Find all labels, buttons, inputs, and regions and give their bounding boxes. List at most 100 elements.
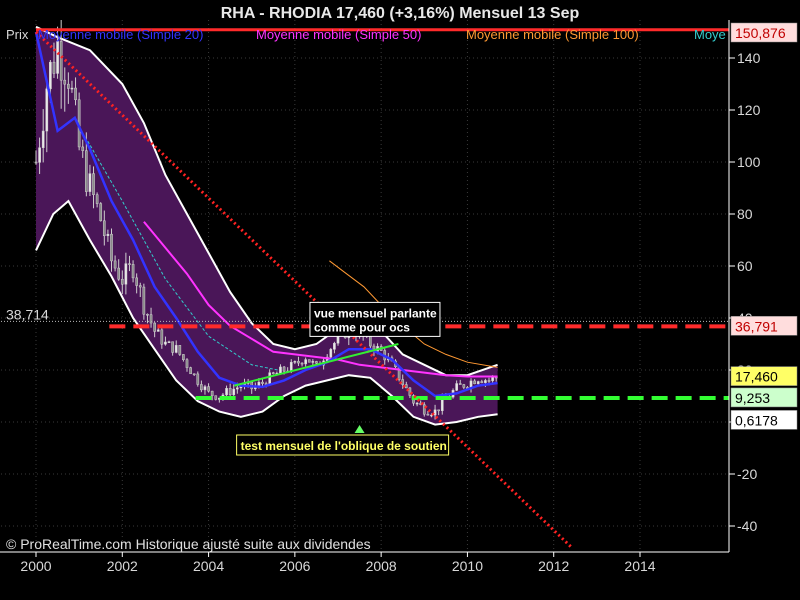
- candle-body: [178, 345, 182, 355]
- y-tick-label: 140: [737, 50, 761, 66]
- candle-body: [67, 83, 70, 89]
- candle-body: [210, 390, 214, 396]
- candle-body: [311, 361, 315, 363]
- annotation-text: comme pour ocs: [314, 320, 410, 334]
- candle-body: [174, 345, 178, 353]
- price-tag-label: 36,791: [735, 318, 778, 334]
- price-tag-label: 17,460: [735, 369, 778, 385]
- candle-body: [214, 395, 218, 400]
- candle-body: [52, 61, 56, 74]
- left-level-label: 38,714: [6, 306, 49, 322]
- candle-body: [289, 362, 293, 372]
- candle-body: [88, 173, 92, 192]
- candle-body: [120, 278, 124, 285]
- candle-body: [131, 264, 135, 279]
- candle-body: [462, 384, 466, 388]
- candle-body: [257, 381, 261, 387]
- candle-body: [142, 286, 146, 315]
- candle-body: [41, 130, 45, 148]
- chart-title: RHA - RHODIA 17,460 (+3,16%) Mensuel 13 …: [221, 5, 580, 22]
- candle-body: [128, 263, 131, 265]
- candle-body: [113, 260, 117, 269]
- x-tick-label: 2010: [452, 558, 483, 574]
- price-tag-label: 0,6178: [735, 412, 778, 428]
- candle-body: [160, 329, 164, 345]
- candle-body: [85, 150, 88, 192]
- candle-body: [135, 277, 138, 286]
- candle-body: [484, 380, 487, 383]
- candle-body: [200, 384, 203, 391]
- candle-body: [297, 361, 300, 364]
- candle-body: [192, 373, 196, 376]
- candle-body: [74, 87, 77, 101]
- copyright-text: © ProRealTime.com Historique ajusté suit…: [6, 536, 371, 552]
- legend-item: Moyenne mobile (Simple 100): [466, 27, 639, 42]
- candle-body: [207, 386, 210, 392]
- candle-body: [282, 366, 286, 372]
- candle-body: [63, 79, 67, 85]
- candle-body: [491, 376, 494, 382]
- candle-body: [261, 381, 264, 384]
- legend-item: Prix: [6, 27, 29, 42]
- candle-body: [426, 413, 430, 416]
- candle-body: [92, 173, 95, 195]
- candle-body: [124, 263, 128, 285]
- candle-body: [59, 41, 63, 81]
- candle-body: [203, 386, 207, 391]
- candle-body: [333, 342, 336, 350]
- legend-item: Moyenne mobile (Simple 50): [256, 27, 421, 42]
- candle-body: [271, 372, 275, 374]
- y-tick-label: -20: [737, 466, 757, 482]
- y-tick-label: 80: [737, 206, 753, 222]
- legend-item: Moye: [694, 27, 726, 42]
- y-tick-label: 60: [737, 258, 753, 274]
- candle-body: [138, 285, 142, 288]
- candle-body: [293, 361, 297, 363]
- candle-body: [300, 362, 304, 365]
- candle-body: [225, 388, 228, 396]
- y-tick-label: -40: [737, 518, 757, 534]
- candle-body: [49, 61, 52, 90]
- candle-body: [304, 359, 307, 365]
- y-tick-label: 100: [737, 154, 761, 170]
- y-tick-label: 120: [737, 102, 761, 118]
- candle-body: [45, 88, 49, 132]
- candle-body: [189, 367, 192, 375]
- candle-body: [196, 373, 200, 385]
- candle-body: [171, 341, 174, 353]
- candle-body: [156, 329, 160, 332]
- candle-body: [473, 380, 476, 385]
- candle-body: [56, 41, 59, 74]
- legend: Prix Moyenne mobile (Simple 20) Moyenne mo…: [6, 27, 726, 42]
- x-tick-label: 2004: [193, 558, 224, 574]
- candle-body: [279, 366, 282, 374]
- candle-body: [146, 313, 149, 316]
- candle-body: [476, 381, 480, 385]
- annotation-text: test mensuel de l'oblique de soutien: [241, 439, 447, 453]
- candle-body: [38, 147, 41, 163]
- candle-body: [81, 146, 85, 151]
- candle-body: [228, 388, 232, 395]
- candle-body: [415, 402, 419, 405]
- candle-body: [182, 354, 185, 360]
- candle-body: [315, 361, 318, 364]
- candle-body: [34, 161, 38, 164]
- candle-body: [110, 233, 113, 262]
- candle-body: [153, 322, 156, 332]
- x-tick-label: 2006: [279, 558, 310, 574]
- candle-body: [433, 409, 437, 416]
- candle-body: [232, 388, 236, 395]
- legend-item: Moyenne mobile (Simple 20): [38, 27, 203, 42]
- candle-body: [487, 380, 491, 382]
- x-tick-label: 2008: [366, 558, 397, 574]
- candle-body: [95, 194, 99, 204]
- candle-body: [236, 387, 239, 390]
- x-tick-label: 2012: [538, 558, 569, 574]
- candle-body: [329, 349, 333, 358]
- candle-body: [70, 87, 74, 90]
- candle-body: [458, 383, 462, 385]
- candle-body: [102, 220, 106, 236]
- price-tag-label: 150,876: [735, 25, 786, 41]
- x-tick-label: 2000: [20, 558, 51, 574]
- candle-body: [185, 359, 189, 368]
